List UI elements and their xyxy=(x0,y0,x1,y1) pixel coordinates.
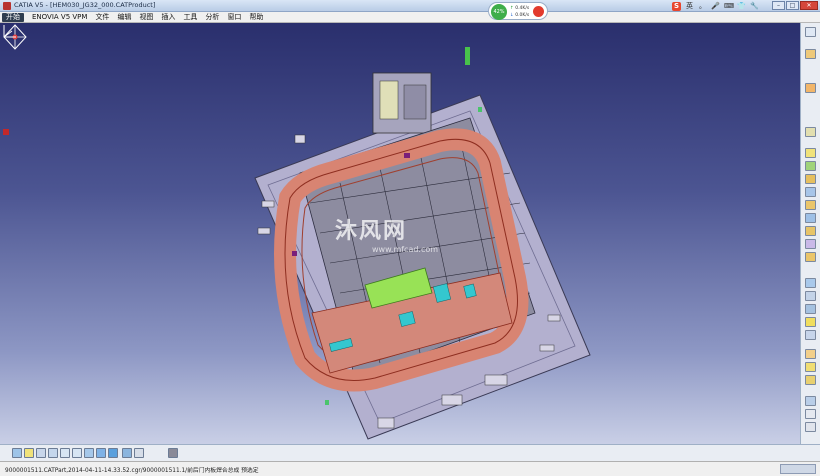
new-component-icon[interactable] xyxy=(805,148,816,158)
publication-icon[interactable] xyxy=(805,422,816,432)
sketch-icon[interactable] xyxy=(805,27,816,37)
upload-rate: ↑ 0.4K/s xyxy=(510,6,529,11)
upload-arrow-icon: ↑ xyxy=(510,6,514,11)
maximize-button[interactable]: □ xyxy=(786,1,799,10)
constraint-icon[interactable] xyxy=(805,213,816,223)
status-text: 9000001511.CATPart,2014-04-11-14.33.52.c… xyxy=(5,468,259,474)
renumber-icon[interactable] xyxy=(805,200,816,210)
section-icon[interactable] xyxy=(805,362,816,372)
contact-icon[interactable] xyxy=(805,252,816,262)
command-input-field[interactable] xyxy=(780,464,816,474)
snap-icon[interactable] xyxy=(805,317,816,327)
existing-component-icon[interactable] xyxy=(805,161,816,171)
menu-analyze[interactable]: 分析 xyxy=(201,13,223,22)
menu-insert[interactable]: 插入 xyxy=(157,13,179,22)
menu-file[interactable]: 文件 xyxy=(91,13,113,22)
material-icon[interactable] xyxy=(168,448,178,458)
menu-start[interactable]: 开始 xyxy=(2,12,24,22)
status-bar: 9000001511.CATPart,2014-04-11-14.33.52.c… xyxy=(0,461,820,476)
download-arrow-icon: ↓ xyxy=(510,13,514,18)
clamp-block-left xyxy=(379,80,399,120)
normal-view-icon[interactable] xyxy=(84,448,94,458)
product-icon[interactable] xyxy=(805,127,816,137)
watermark-url: www.mfcad.com xyxy=(372,245,439,254)
sheet-icon[interactable] xyxy=(805,83,816,93)
fix-icon[interactable] xyxy=(805,226,816,236)
swap-space-icon[interactable] xyxy=(134,448,144,458)
sogou-ime-icon[interactable]: S xyxy=(672,2,681,11)
ime-toolbar: S 英 。 🎤 ⌨ 👕 🔧 xyxy=(672,2,759,11)
ime-lang-toggle[interactable]: 英 xyxy=(685,2,694,11)
green-locator-top xyxy=(465,47,470,65)
cpu-gauge: 42% xyxy=(491,4,507,20)
rotate-icon[interactable] xyxy=(48,448,58,458)
fly-mode-icon[interactable] xyxy=(12,448,22,458)
menu-enovia[interactable]: ENOVIA V5 VPM xyxy=(28,13,91,22)
menu-window[interactable]: 窗口 xyxy=(223,13,245,22)
accelerate-ball-icon[interactable] xyxy=(533,6,544,17)
graph-tree-icon[interactable] xyxy=(805,187,816,197)
ime-keyboard-icon[interactable]: ⌨ xyxy=(724,2,734,11)
3d-viewport[interactable]: 沐风网 www.mfcad.com xyxy=(0,23,800,444)
axis-triad-icon xyxy=(3,25,16,38)
menu-bar: 开始 ENOVIA V5 VPM 文件 编辑 视图 插入 工具 分析 窗口 帮助 xyxy=(0,12,820,23)
watermark-text: 沐风网 xyxy=(335,219,408,244)
window-controls: – □ ✕ xyxy=(772,1,818,10)
coincidence-icon[interactable] xyxy=(805,239,816,249)
pan-icon[interactable] xyxy=(36,448,46,458)
clash-icon[interactable] xyxy=(805,349,816,359)
offset-icon[interactable] xyxy=(805,278,816,288)
part-icon[interactable] xyxy=(805,49,816,59)
upload-rate-value: 0.4K/s xyxy=(515,6,530,11)
download-rate: ↓ 0.0K/s xyxy=(510,13,529,18)
minimize-button[interactable]: – xyxy=(772,1,785,10)
menu-help[interactable]: 帮助 xyxy=(245,13,267,22)
menu-view[interactable]: 视图 xyxy=(135,13,157,22)
close-button[interactable]: ✕ xyxy=(800,1,818,10)
measure-icon[interactable] xyxy=(805,375,816,385)
download-rate-value: 0.0K/s xyxy=(515,13,530,18)
catia-app-icon[interactable] xyxy=(3,2,11,10)
zoom-out-icon[interactable] xyxy=(72,448,82,458)
update-icon[interactable] xyxy=(805,304,816,314)
ime-settings-icon[interactable]: 🔧 xyxy=(750,2,759,11)
angle-icon[interactable] xyxy=(805,291,816,301)
fit-all-icon[interactable] xyxy=(24,448,34,458)
right-toolbar xyxy=(800,23,820,444)
menu-edit[interactable]: 编辑 xyxy=(113,13,135,22)
hide-show-icon[interactable] xyxy=(122,448,132,458)
menu-tools[interactable]: 工具 xyxy=(179,13,201,22)
replace-component-icon[interactable] xyxy=(805,174,816,184)
zoom-in-icon[interactable] xyxy=(60,448,70,458)
network-speed-widget[interactable]: 42% ↑ 0.4K/s ↓ 0.0K/s xyxy=(488,2,548,20)
ime-punct-toggle[interactable]: 。 xyxy=(698,2,707,11)
explode-icon[interactable] xyxy=(805,330,816,340)
shading-icon[interactable] xyxy=(108,448,118,458)
window-title: CATIA V5 - [HEM030_JG32_000.CATProduct] xyxy=(14,1,156,9)
bom-icon[interactable] xyxy=(805,409,816,419)
iso-view-icon[interactable] xyxy=(96,448,106,458)
clamp-block-right xyxy=(403,84,427,120)
ime-skin-icon[interactable]: 👕 xyxy=(737,2,746,11)
catalog-icon[interactable] xyxy=(805,396,816,406)
view-toolbar xyxy=(0,444,820,461)
ime-voice-icon[interactable]: 🎤 xyxy=(711,2,720,11)
